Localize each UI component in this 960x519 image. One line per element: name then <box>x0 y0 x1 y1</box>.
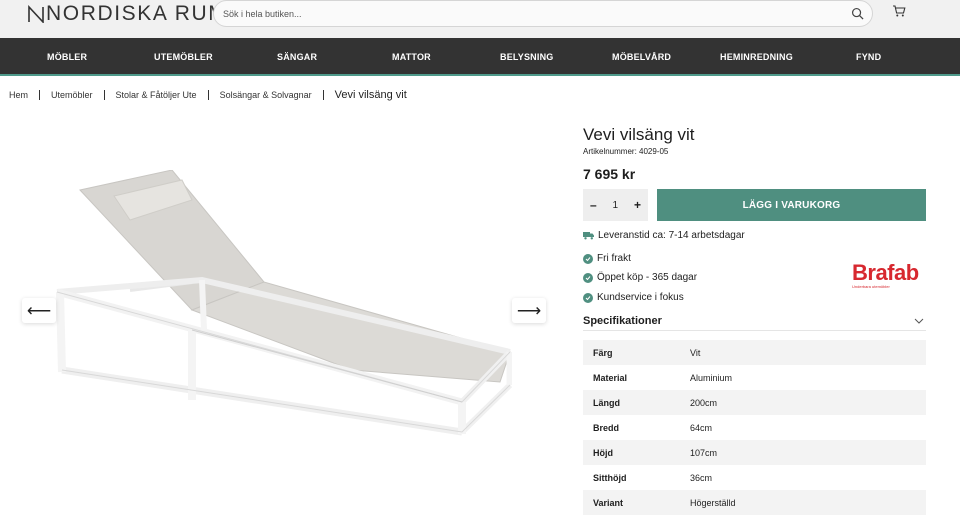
product-title: Vevi vilsäng vit <box>583 125 695 144</box>
specifications-table: Färg Vit Material Aluminium Längd 200cm … <box>583 340 926 515</box>
usp-text: Öppet köp - 365 dagar <box>597 272 698 283</box>
spec-value: Vit <box>690 347 701 358</box>
product-sku: Artikelnummer: 4029-05 <box>583 147 669 156</box>
nav-item-mobler[interactable]: MÖBLER <box>47 38 87 76</box>
breadcrumb-separator <box>207 90 209 100</box>
breadcrumb-separator <box>103 90 105 100</box>
spec-row: Bredd 64cm <box>583 415 926 440</box>
main-nav: MÖBLER UTEMÖBLER SÄNGAR MATTOR BELYSNING… <box>0 38 960 76</box>
spec-row: Variant Högerställd <box>583 490 926 515</box>
product-gallery: ⟵ ⟶ <box>22 120 546 505</box>
search-bar <box>213 0 873 27</box>
spec-value: Högerställd <box>690 497 736 508</box>
delivery-info: Leveranstid ca: 7-14 arbetsdagar <box>583 230 745 241</box>
spec-key: Höjd <box>593 447 613 458</box>
brand-logo[interactable]: Brafab Underbara utemöbler <box>852 262 927 294</box>
logo[interactable]: NORDISKA RUM <box>27 2 227 26</box>
product-info: Vevi vilsäng vit Artikelnummer: 4029-05 … <box>583 124 926 515</box>
chevron-down-icon <box>914 318 924 324</box>
nav-item-utemobler[interactable]: UTEMÖBLER <box>154 38 213 76</box>
breadcrumb-current: Vevi vilsäng vit <box>334 89 407 101</box>
breadcrumb-separator <box>39 90 41 100</box>
delivery-text: Leveranstid ca: 7-14 arbetsdagar <box>598 230 745 241</box>
spec-row: Material Aluminium <box>583 365 926 390</box>
spec-row: Höjd 107cm <box>583 440 926 465</box>
brand-name: Brafab <box>852 260 919 285</box>
spec-key: Färg <box>593 347 613 358</box>
nav-item-sangar[interactable]: SÄNGAR <box>277 38 317 76</box>
nav-item-fynd[interactable]: FYND <box>856 38 881 76</box>
search-icon[interactable] <box>851 7 864 20</box>
quantity-stepper: – 1 + <box>583 189 648 221</box>
cart-icon[interactable] <box>892 4 906 18</box>
spec-value: 36cm <box>690 472 713 483</box>
gallery-prev-button[interactable]: ⟵ <box>22 298 56 323</box>
add-to-cart-button[interactable]: LÄGG I VARUKORG <box>657 189 926 221</box>
breadcrumb-item-solsangar[interactable]: Solsängar & Solvagnar <box>220 90 312 100</box>
product-image[interactable] <box>52 170 512 445</box>
spec-key: Bredd <box>593 422 620 433</box>
specifications-toggle[interactable]: Specifikationer <box>583 311 926 331</box>
product-price: 7 695 kr <box>583 166 636 182</box>
buy-row: – 1 + LÄGG I VARUKORG <box>583 189 926 221</box>
spec-value: Aluminium <box>690 372 733 383</box>
quantity-increase-button[interactable]: + <box>634 198 641 212</box>
breadcrumb-item-utemobler[interactable]: Utemöbler <box>51 90 93 100</box>
nav-item-mobelvard[interactable]: MÖBELVÅRD <box>612 38 671 76</box>
quantity-value[interactable]: 1 <box>613 200 619 211</box>
check-icon <box>583 292 593 303</box>
nav-item-belysning[interactable]: BELYSNING <box>500 38 553 76</box>
spec-row: Längd 200cm <box>583 390 926 415</box>
logo-n-icon <box>28 5 44 23</box>
usp-text: Fri frakt <box>597 253 631 264</box>
spec-value: 64cm <box>690 422 713 433</box>
usp-item: Fri frakt <box>583 253 631 264</box>
spec-key: Variant <box>593 497 624 508</box>
quantity-decrease-button[interactable]: – <box>590 198 597 212</box>
specifications-heading: Specifikationer <box>583 314 662 327</box>
search-input[interactable] <box>223 5 823 22</box>
usp-text: Kundservice i fokus <box>597 292 684 303</box>
gallery-next-button[interactable]: ⟶ <box>512 298 546 323</box>
spec-key: Material <box>593 372 628 383</box>
nav-item-mattor[interactable]: MATTOR <box>392 38 431 76</box>
spec-row: Färg Vit <box>583 340 926 365</box>
breadcrumb-item-stolar[interactable]: Stolar & Fåtöljer Ute <box>116 90 197 100</box>
spec-key: Längd <box>593 397 620 408</box>
truck-icon <box>583 232 594 240</box>
logo-text: NORDISKA RUM <box>46 2 228 25</box>
spec-row: Sitthöjd 36cm <box>583 465 926 490</box>
check-icon <box>583 253 593 264</box>
check-icon <box>583 272 593 283</box>
usp-item: Öppet köp - 365 dagar <box>583 272 697 283</box>
spec-value: 107cm <box>690 447 718 458</box>
spec-key: Sitthöjd <box>593 472 627 483</box>
breadcrumb: Hem Utemöbler Stolar & Fåtöljer Ute Sols… <box>9 88 407 102</box>
top-header: NORDISKA RUM <box>0 0 960 38</box>
usp-item: Kundservice i fokus <box>583 292 684 303</box>
nav-item-heminredning[interactable]: HEMINREDNING <box>720 38 793 76</box>
breadcrumb-item-hem[interactable]: Hem <box>9 90 28 100</box>
spec-value: 200cm <box>690 397 718 408</box>
breadcrumb-separator <box>322 90 324 100</box>
